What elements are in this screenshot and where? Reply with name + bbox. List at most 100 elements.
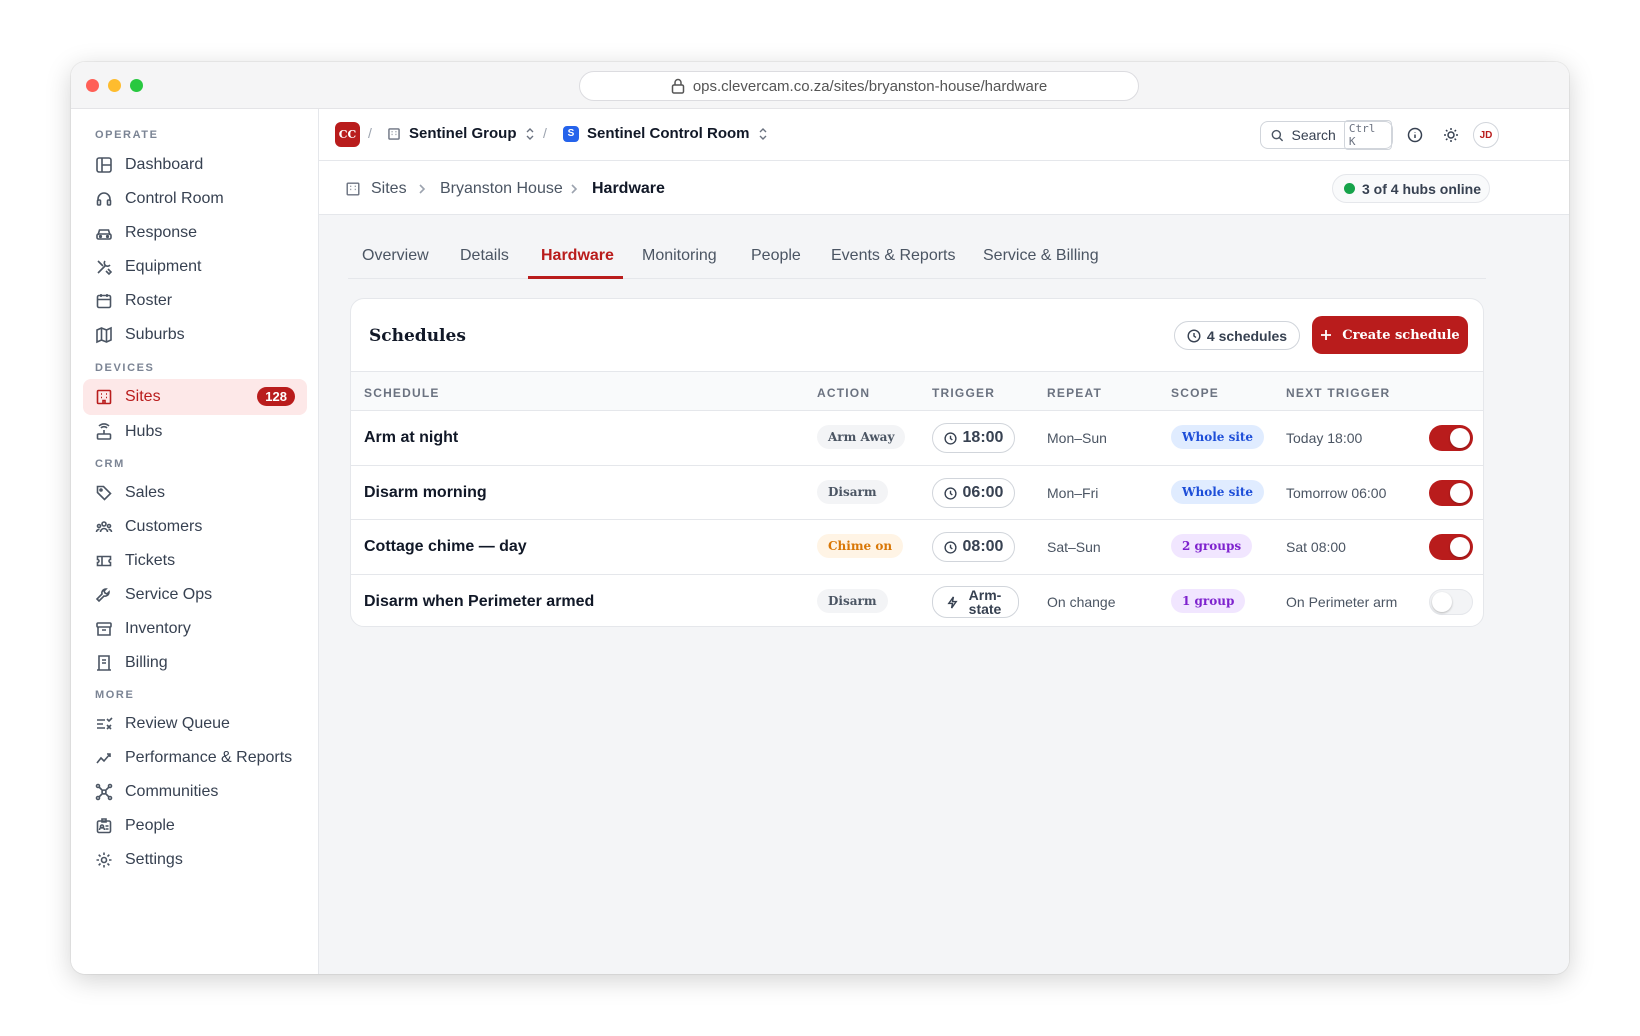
tag-icon (96, 485, 112, 501)
sidebar: OPERATE Dashboard Control Room Response … (71, 109, 319, 974)
sidebar-item-control-room[interactable]: Control Room (83, 181, 307, 217)
layout-icon (96, 157, 112, 173)
search-icon (1271, 129, 1284, 141)
hubs-status-badge: 3 of 4 hubs online (1332, 174, 1490, 203)
calendar-icon (96, 294, 112, 309)
hubs-status-text: 3 of 4 hubs online (1362, 180, 1482, 197)
sidebar-item-people[interactable]: People (83, 808, 307, 844)
workspace-switcher[interactable]: S Sentinel Control Room (563, 125, 768, 142)
scope-badge: 1 group (1171, 589, 1246, 613)
sidebar-item-sites[interactable]: Sites 128 (83, 379, 307, 415)
tab-events-reports[interactable]: Events & Reports (831, 247, 956, 265)
sidebar-item-label: Tickets (125, 552, 176, 569)
section-more: MORE (95, 689, 135, 701)
sidebar-item-hubs[interactable]: Hubs (83, 414, 307, 450)
sites-count-badge: 128 (257, 387, 295, 406)
sidebar-item-label: Suburbs (125, 326, 185, 343)
info-icon[interactable] (1407, 127, 1423, 143)
sidebar-item-communities[interactable]: Communities (83, 774, 307, 810)
building-icon (388, 127, 400, 140)
card-title: Schedules (369, 326, 466, 346)
sidebar-item-label: Sites (125, 388, 161, 405)
gear-icon (96, 852, 112, 868)
sidebar-item-label: Roster (125, 292, 173, 309)
create-schedule-label: Create schedule (1342, 327, 1460, 343)
schedule-enabled-toggle[interactable] (1429, 534, 1473, 560)
section-operate: OPERATE (95, 129, 159, 141)
minimize-window-button[interactable] (108, 79, 121, 92)
table-row[interactable]: Disarm when Perimeter armed Disarm Arm-s… (351, 574, 1483, 626)
receipt-icon (97, 655, 111, 671)
next-trigger-value: On Perimeter arm (1286, 594, 1398, 610)
clock-icon (943, 431, 957, 445)
breadcrumb-site[interactable]: Bryanston House (440, 180, 563, 198)
schedule-enabled-toggle[interactable] (1429, 589, 1473, 615)
url-text: ops.clevercam.co.za/sites/bryanston-hous… (692, 77, 1048, 95)
archive-icon (96, 622, 112, 636)
chevron-updown-icon (759, 127, 766, 140)
browser-window: ops.clevercam.co.za/sites/bryanston-hous… (71, 62, 1569, 974)
top-bar: CC / Sentinel Group / S Sentinel Control… (319, 109, 1569, 161)
sidebar-item-response[interactable]: Response (83, 215, 307, 251)
status-dot (1344, 183, 1355, 194)
tab-hardware[interactable]: Hardware (541, 247, 614, 265)
table-row[interactable]: Arm at night Arm Away 18:00 Mon–Sun Whol… (351, 410, 1483, 465)
tools-icon (97, 260, 113, 276)
app-logo[interactable]: CC (335, 122, 360, 147)
sidebar-item-roster[interactable]: Roster (83, 283, 307, 319)
sidebar-item-service-ops[interactable]: Service Ops (83, 577, 307, 613)
action-badge: Chime on (817, 534, 904, 558)
sidebar-item-tickets[interactable]: Tickets (83, 543, 307, 579)
trend-icon (96, 753, 111, 764)
avatar[interactable]: JD (1473, 122, 1499, 148)
maximize-window-button[interactable] (130, 79, 143, 92)
sidebar-item-inventory[interactable]: Inventory (83, 611, 307, 647)
sidebar-item-review-queue[interactable]: Review Queue (83, 706, 307, 742)
search-shortcut: Ctrl K (1343, 120, 1392, 150)
tab-service-billing[interactable]: Service & Billing (983, 247, 1099, 265)
sidebar-item-customers[interactable]: Customers (83, 509, 307, 545)
tab-monitoring[interactable]: Monitoring (642, 247, 717, 265)
schedule-enabled-toggle[interactable] (1429, 480, 1473, 506)
chevron-right-icon (571, 184, 578, 194)
sidebar-item-performance-reports[interactable]: Performance & Reports (83, 740, 307, 776)
sidebar-item-dashboard[interactable]: Dashboard (83, 147, 307, 183)
list-check-icon (97, 717, 113, 730)
active-tab-indicator (528, 276, 623, 279)
car-icon (96, 229, 112, 240)
ticket-icon (96, 555, 112, 567)
org-switcher[interactable]: Sentinel Group (387, 125, 535, 142)
sidebar-item-equipment[interactable]: Equipment (83, 249, 307, 285)
schedule-enabled-toggle[interactable] (1429, 425, 1473, 451)
wrench-icon (95, 588, 110, 603)
breadcrumb-sites[interactable]: Sites (371, 180, 407, 198)
table-row[interactable]: Cottage chime — day Chime on 08:00 Sat–S… (351, 519, 1483, 574)
column-header-action: ACTION (817, 386, 871, 400)
sidebar-item-label: Equipment (125, 258, 202, 275)
sidebar-item-sales[interactable]: Sales (83, 475, 307, 511)
address-bar[interactable]: ops.clevercam.co.za/sites/bryanston-hous… (579, 71, 1139, 101)
close-window-button[interactable] (86, 79, 99, 92)
create-schedule-button[interactable]: Create schedule (1312, 316, 1468, 354)
trigger-chip: 18:00 (932, 423, 1015, 453)
sidebar-item-label: Control Room (125, 190, 224, 207)
trigger-time: 08:00 (962, 538, 1004, 555)
tab-people[interactable]: People (751, 247, 801, 265)
tab-details[interactable]: Details (460, 247, 509, 265)
workspace-name: Sentinel Control Room (587, 125, 750, 142)
sidebar-item-settings[interactable]: Settings (83, 842, 307, 878)
sidebar-item-suburbs[interactable]: Suburbs (83, 317, 307, 353)
breadcrumb-current: Hardware (592, 180, 665, 197)
sun-icon[interactable] (1443, 127, 1459, 143)
tab-overview[interactable]: Overview (362, 247, 429, 265)
id-card-icon (96, 818, 112, 834)
sidebar-item-label: Customers (125, 518, 203, 535)
table-row[interactable]: Disarm morning Disarm 06:00 Mon–Fri Whol… (351, 465, 1483, 520)
search-button[interactable]: Search Ctrl K (1260, 120, 1393, 150)
users-icon (95, 521, 113, 533)
building-icon (346, 182, 360, 196)
sidebar-item-label: Communities (125, 783, 219, 800)
section-devices: DEVICES (95, 362, 155, 374)
column-header-repeat: REPEAT (1047, 386, 1102, 400)
sidebar-item-billing[interactable]: Billing (83, 645, 307, 681)
